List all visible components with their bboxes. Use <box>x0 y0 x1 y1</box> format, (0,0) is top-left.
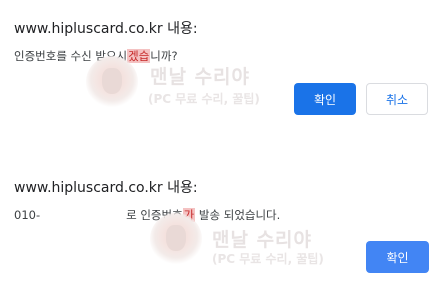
watermark-subtitle: (PC 무료 수리, 꿀팁) <box>212 252 324 266</box>
watermark-subtitle: (PC 무료 수리, 꿀팁) <box>148 92 260 106</box>
dialog-message: 인증번호를 수신 받으시겠습니까? <box>14 48 178 64</box>
message-highlight: 겠습 <box>127 49 151 63</box>
watermark-title: 맨날 수리야 <box>212 229 313 251</box>
watermark: 맨날 수리야 (PC 무료 수리, 꿀팁) <box>86 56 286 116</box>
confirm-dialog: www.hipluscard.co.kr 내용: 인증번호를 수신 받으시겠습니… <box>0 0 441 140</box>
ok-button[interactable]: 확인 <box>294 83 356 115</box>
alert-dialog: www.hipluscard.co.kr 내용: 010- 로 인증번호가 발송 … <box>0 160 441 284</box>
dialog-message: 010- 로 인증번호가 발송 되었습니다. <box>14 207 280 223</box>
message-highlight: 가 <box>182 208 196 222</box>
cancel-button[interactable]: 취소 <box>366 83 428 115</box>
message-text-end: 발송 되었습니다. <box>195 208 281 222</box>
dialog-title: www.hipluscard.co.kr 내용: <box>14 180 198 196</box>
message-text-end: 니까? <box>150 49 178 63</box>
ok-button[interactable]: 확인 <box>366 241 429 273</box>
dialog-title: www.hipluscard.co.kr 내용: <box>14 21 198 37</box>
message-text: 인증번호를 수신 받으시 <box>14 49 128 63</box>
phone-number-prefix: 010- <box>14 208 41 222</box>
message-text: 로 인증번호 <box>126 208 183 222</box>
watermark-title: 맨날 수리야 <box>150 66 251 88</box>
